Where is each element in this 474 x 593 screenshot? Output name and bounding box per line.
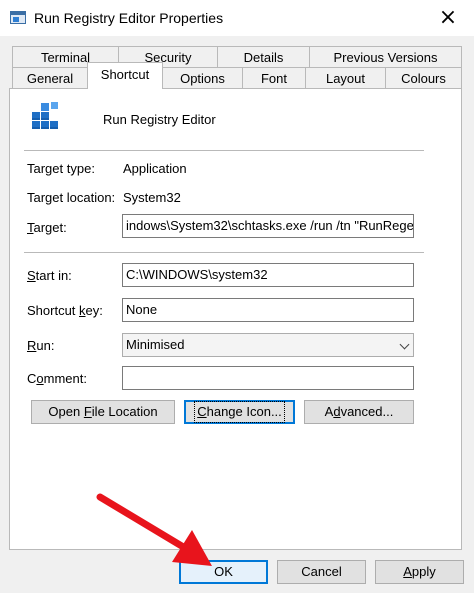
comment-input[interactable]	[122, 366, 414, 390]
tab-font[interactable]: Font	[242, 67, 306, 89]
window-icon	[10, 11, 26, 24]
title-bar: Run Registry Editor Properties ×	[0, 0, 474, 36]
tab-shortcut[interactable]: Shortcut	[87, 62, 163, 89]
chevron-down-icon	[399, 339, 410, 350]
run-label: Run:	[27, 338, 55, 353]
target-input[interactable]: indows\System32\schtasks.exe /run /tn "R…	[122, 214, 414, 238]
target-location-value: System32	[123, 190, 181, 205]
separator-middle	[24, 252, 424, 253]
change-icon-button[interactable]: Change Icon...	[184, 400, 295, 424]
target-type-value: Application	[123, 161, 187, 176]
tab-layout[interactable]: Layout	[305, 67, 386, 89]
ok-button[interactable]: OK	[179, 560, 268, 584]
target-label: Target:	[27, 220, 67, 235]
start-in-label: Start in:	[27, 268, 72, 283]
registry-editor-icon	[32, 102, 58, 129]
shortcut-key-input[interactable]: None	[122, 298, 414, 322]
tab-details[interactable]: Details	[217, 46, 310, 68]
tab-previous-versions[interactable]: Previous Versions	[309, 46, 462, 68]
shortcut-key-label: Shortcut key:	[27, 303, 103, 318]
window-title: Run Registry Editor Properties	[34, 10, 224, 26]
tab-colours[interactable]: Colours	[385, 67, 462, 89]
close-button[interactable]: ×	[436, 6, 460, 30]
run-select-value: Minimised	[126, 337, 185, 352]
open-file-location-button[interactable]: Open File Location	[31, 400, 175, 424]
shortcut-name: Run Registry Editor	[103, 112, 216, 127]
separator-top	[24, 150, 424, 151]
advanced-button[interactable]: Advanced...	[304, 400, 414, 424]
tab-options[interactable]: Options	[162, 67, 243, 89]
target-type-label: Target type:	[27, 161, 95, 176]
run-select[interactable]: Minimised	[122, 333, 414, 357]
comment-label: Comment:	[27, 371, 87, 386]
cancel-button[interactable]: Cancel	[277, 560, 366, 584]
tab-general[interactable]: General	[12, 67, 88, 89]
apply-button[interactable]: Apply	[375, 560, 464, 584]
target-location-label: Target location:	[27, 190, 116, 205]
start-in-input[interactable]: C:\WINDOWS\system32	[122, 263, 414, 287]
